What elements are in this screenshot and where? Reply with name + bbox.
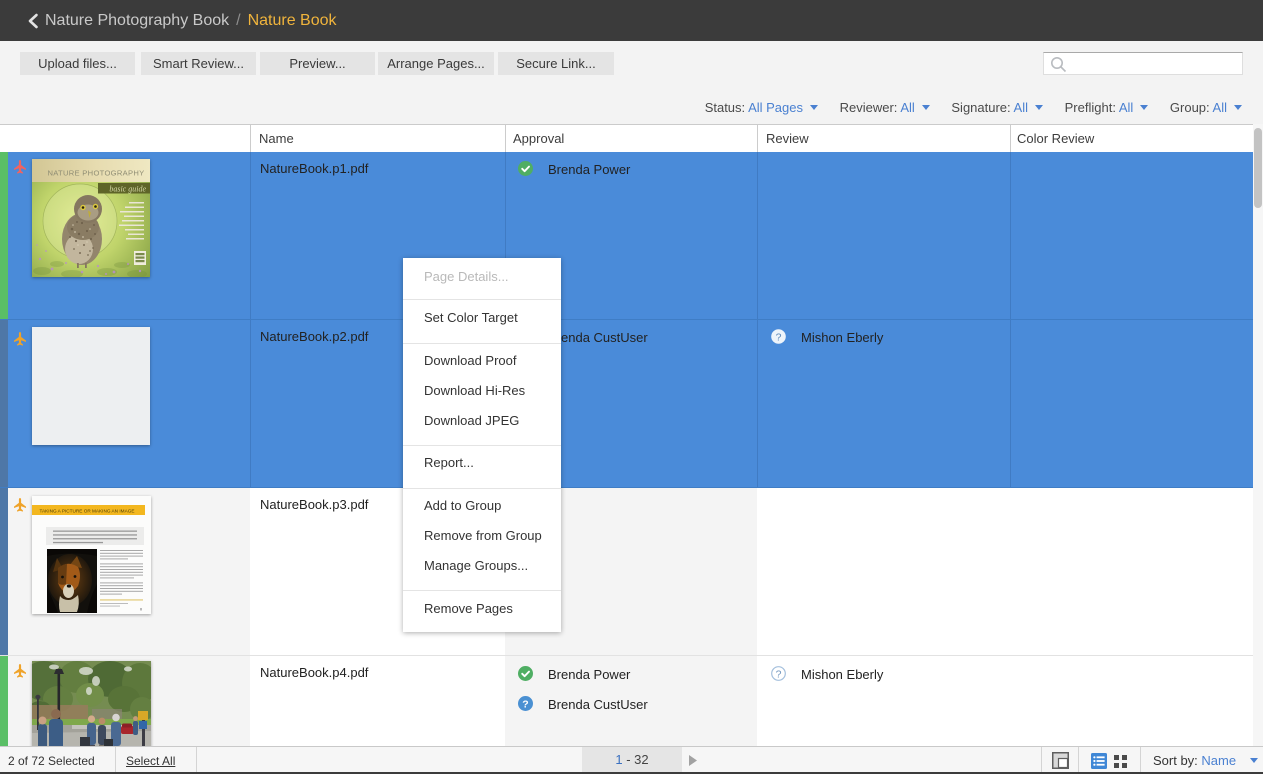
svg-text:?: ? — [776, 668, 782, 680]
svg-text:TAKING A PICTURE OR MAKING AN: TAKING A PICTURE OR MAKING AN IMAGE — [40, 508, 135, 513]
svg-text:basic guide: basic guide — [109, 185, 146, 194]
svg-text:?: ? — [522, 698, 528, 710]
svg-text:?: ? — [776, 331, 782, 343]
svg-text:NATURE PHOTOGRAPHY: NATURE PHOTOGRAPHY — [47, 169, 144, 178]
